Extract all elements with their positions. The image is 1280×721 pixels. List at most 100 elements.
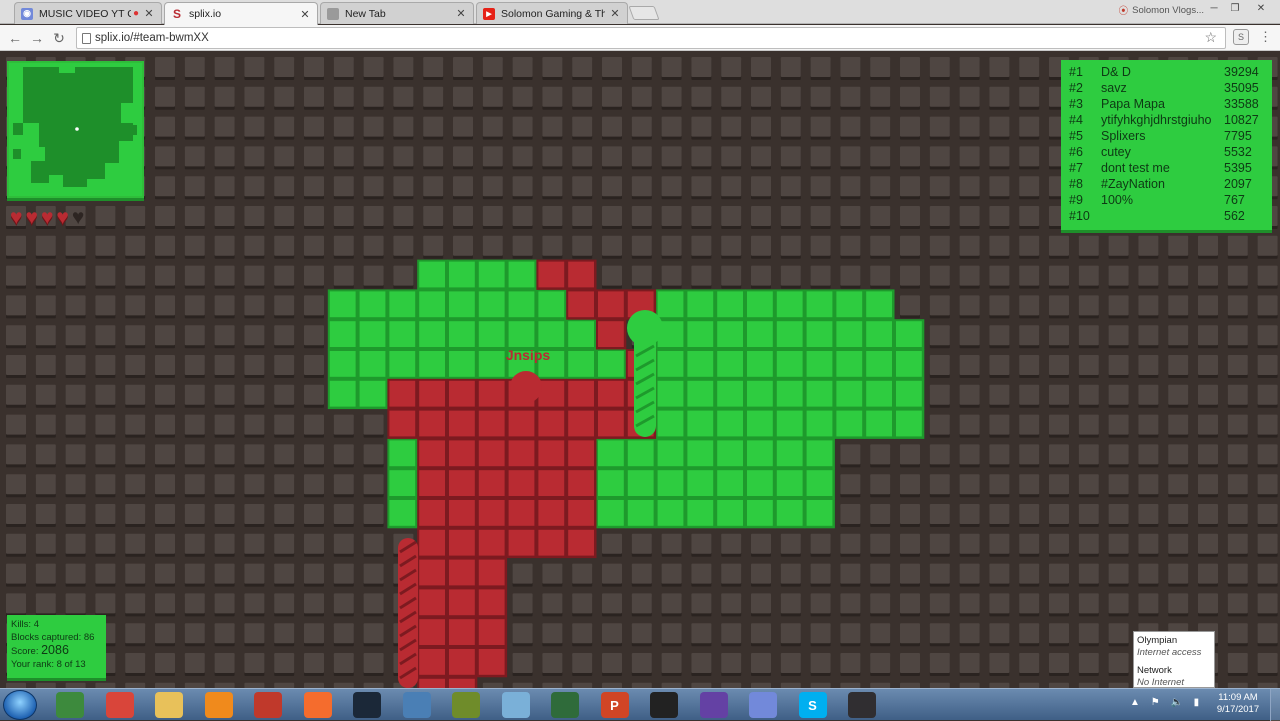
steam-icon[interactable] bbox=[353, 692, 381, 718]
leaderboard-score: 35095 bbox=[1224, 81, 1259, 95]
twitch-icon[interactable] bbox=[699, 692, 728, 718]
chrome-icon[interactable] bbox=[105, 692, 134, 718]
back-button[interactable]: ← bbox=[6, 29, 24, 47]
leaderboard-name: Papa Mapa bbox=[1101, 97, 1165, 111]
leaderboard-row: #8 #ZayNation 2097 bbox=[1069, 176, 1264, 192]
splix-icon: S bbox=[172, 7, 181, 21]
score-label: Score: bbox=[11, 646, 39, 657]
leaderboard-row: #5 Splixers 7795 bbox=[1069, 128, 1264, 144]
obs-icon[interactable] bbox=[848, 692, 876, 718]
close-tab-icon[interactable]: ✕ bbox=[609, 7, 621, 20]
life-heart-icon: ♥ bbox=[40, 206, 54, 229]
leaderboard-score: 10827 bbox=[1224, 113, 1259, 127]
leaderboard-rank: #10 bbox=[1069, 209, 1090, 223]
page-info-icon[interactable] bbox=[82, 33, 91, 44]
start-button[interactable] bbox=[3, 690, 37, 720]
snipping-tool-icon[interactable] bbox=[254, 692, 282, 718]
leaderboard-rank: #1 bbox=[1069, 65, 1083, 79]
folder-icon[interactable] bbox=[155, 692, 183, 718]
minimap-territory bbox=[13, 67, 137, 187]
score-stat: Score: 2086 bbox=[11, 644, 102, 658]
tree-icon[interactable] bbox=[56, 692, 84, 718]
new-tab-icon bbox=[327, 7, 339, 20]
leaderboard: #1 D& D 39294 #2 savz 35095 #3 Papa Mapa 33588 #4… bbox=[1061, 60, 1272, 230]
flag-icon[interactable]: ⚑ bbox=[1151, 697, 1160, 708]
address-bar[interactable]: splix.io/#team-bwmXX ☆ bbox=[76, 27, 1226, 49]
game-viewport[interactable]: Jnsips ♥ ♥ ♥ ♥ ♥ #1 D& D 39294 #2 savz 35095 #3 Pap… bbox=[0, 52, 1280, 688]
show-hidden-icons-icon[interactable]: ▲ bbox=[1130, 697, 1140, 708]
new-tab-button[interactable] bbox=[628, 6, 660, 20]
tab-new-tab[interactable]: New Tab ✕ bbox=[320, 2, 474, 24]
leaderboard-rank: #7 bbox=[1069, 161, 1083, 175]
reload-button[interactable]: ↻ bbox=[50, 29, 68, 47]
leaderboard-name bbox=[1101, 208, 1224, 224]
player-stats: Kills: 4 Blocks captured: 86 Score: 2086… bbox=[7, 615, 106, 678]
tab-solomon-gaming[interactable]: ▶ Solomon Gaming & Thi ✕ bbox=[476, 2, 628, 24]
volume-icon[interactable]: 🔈 bbox=[1170, 697, 1182, 708]
leaderboard-row: #10 562 bbox=[1069, 208, 1264, 224]
discord-icon[interactable] bbox=[749, 692, 777, 718]
browser-tab-strip: ◉ MUSIC VIDEO YT CHA ● ✕ S splix.io ✕ Ne… bbox=[0, 0, 1280, 25]
paint-icon[interactable] bbox=[501, 692, 530, 718]
tab-splix[interactable]: S splix.io ✕ bbox=[164, 2, 318, 25]
restore-button[interactable]: ❐ bbox=[1226, 2, 1244, 16]
game-window-icon[interactable] bbox=[551, 692, 579, 718]
clock-time: 11:09 AM bbox=[1218, 692, 1258, 703]
enemy-head bbox=[510, 371, 542, 403]
network-status-1: Internet access bbox=[1137, 647, 1202, 658]
close-window-button[interactable]: ✕ bbox=[1248, 2, 1274, 16]
clock[interactable]: 11:09 AM 9/17/2017 bbox=[1212, 692, 1264, 716]
media-player-icon[interactable] bbox=[204, 692, 233, 718]
close-tab-icon[interactable]: ✕ bbox=[299, 8, 311, 21]
leaderboard-row: #9 100% 767 bbox=[1069, 192, 1264, 208]
leaderboard-row: #1 D& D 39294 bbox=[1069, 64, 1264, 80]
leaderboard-row: #3 Papa Mapa 33588 bbox=[1069, 96, 1264, 112]
network-settings-icon[interactable] bbox=[402, 692, 431, 718]
leaderboard-name: cutey bbox=[1101, 145, 1131, 159]
tab-title: MUSIC VIDEO YT CHA bbox=[39, 7, 131, 20]
score-value: 2086 bbox=[41, 643, 69, 657]
minimap bbox=[7, 61, 144, 198]
leaderboard-row: #6 cutey 5532 bbox=[1069, 144, 1264, 160]
tab-title: splix.io bbox=[189, 8, 222, 20]
leaderboard-name: ytifyhkghjdhrstgiuho bbox=[1101, 113, 1212, 127]
origin-icon[interactable] bbox=[303, 692, 332, 718]
discord-icon: ◉ bbox=[21, 7, 33, 20]
leaderboard-rank: #3 bbox=[1069, 97, 1083, 111]
leaderboard-row: #7 dont test me 5395 bbox=[1069, 160, 1264, 176]
browser-toolbar: ← → ↻ splix.io/#team-bwmXX ☆ S ⋮ bbox=[0, 25, 1280, 51]
skype-icon[interactable]: S bbox=[798, 692, 827, 718]
tab-title: Solomon Gaming & Thi bbox=[501, 7, 605, 20]
leaderboard-rank: #9 bbox=[1069, 193, 1083, 207]
lives-bar: ♥ ♥ ♥ ♥ ♥ bbox=[10, 207, 84, 229]
powerpoint-icon[interactable]: P bbox=[600, 692, 629, 718]
taskbar: P S ▲ ⚑ 🔈 ▮ 11:09 AM 9/17/2017 bbox=[0, 688, 1280, 721]
life-heart-icon: ♥ bbox=[56, 206, 69, 229]
player-head bbox=[627, 310, 663, 346]
profile-button[interactable]: ⦿ Solomon Vlogs... bbox=[1118, 3, 1204, 18]
leaderboard-rank: #8 bbox=[1069, 177, 1083, 191]
minimize-button[interactable]: ─ bbox=[1205, 2, 1223, 16]
extension-icon[interactable]: S bbox=[1233, 29, 1249, 45]
leaderboard-rank: #6 bbox=[1069, 145, 1083, 159]
game-character-icon[interactable] bbox=[452, 692, 480, 718]
profile-icon: ⦿ bbox=[1118, 6, 1129, 17]
life-heart-icon: ♥ bbox=[10, 206, 23, 229]
leaderboard-name: 100% bbox=[1101, 193, 1133, 207]
leaderboard-score: 5395 bbox=[1224, 161, 1252, 175]
kills-stat: Kills: 4 bbox=[11, 619, 39, 630]
forward-button[interactable]: → bbox=[28, 29, 46, 47]
close-tab-icon[interactable]: ✕ bbox=[143, 7, 155, 20]
close-tab-icon[interactable]: ✕ bbox=[455, 7, 467, 20]
network-icon[interactable]: ▮ bbox=[1194, 697, 1200, 708]
chrome-menu-icon[interactable]: ⋮ bbox=[1259, 28, 1272, 46]
leaderboard-row: #2 savz 35095 bbox=[1069, 80, 1264, 96]
show-desktop-button[interactable] bbox=[1270, 689, 1280, 721]
clock-date: 9/17/2017 bbox=[1216, 704, 1260, 715]
enemy-player-name: Jnsips bbox=[506, 347, 551, 363]
stick-figure-icon[interactable] bbox=[650, 692, 678, 718]
leaderboard-score: 2097 bbox=[1224, 177, 1252, 191]
audio-playing-icon[interactable]: ● bbox=[133, 8, 139, 19]
tab-music-video[interactable]: ◉ MUSIC VIDEO YT CHA ● ✕ bbox=[14, 2, 162, 24]
bookmark-star-icon[interactable]: ☆ bbox=[1204, 29, 1217, 46]
